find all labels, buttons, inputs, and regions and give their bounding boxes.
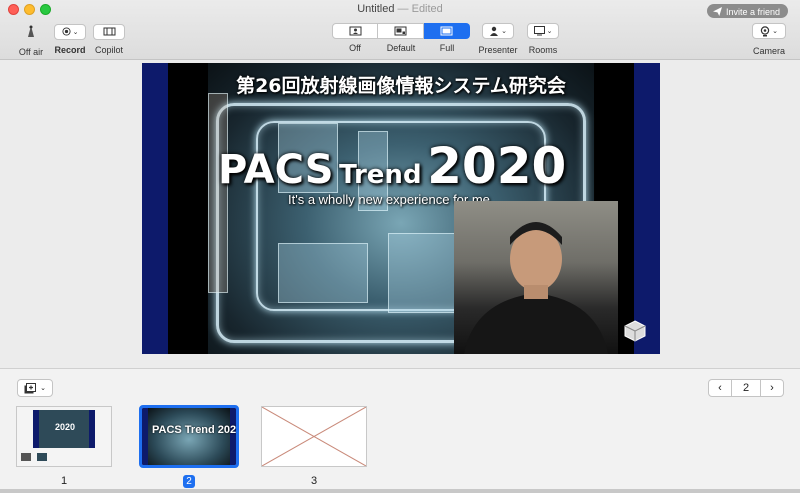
previous-scene-button[interactable]: ‹ (708, 379, 732, 397)
ecamm-logo-icon (624, 320, 646, 342)
chevron-down-icon: ⌄ (501, 28, 507, 35)
presenter-label: Presenter (478, 45, 518, 55)
layout-off-label: Off (349, 43, 361, 53)
person-icon (490, 26, 499, 36)
record-button[interactable]: ⌄ (54, 23, 86, 40)
title-bar: Untitled — Edited Invite a friend Off ai… (0, 0, 800, 60)
slide-title-year: 2020 (427, 137, 567, 195)
scene-number-3: 3 (310, 475, 318, 487)
window-title: Untitled — Edited (0, 3, 800, 15)
camera-label: Camera (752, 45, 785, 56)
thumb2-slide-image (148, 408, 230, 465)
window-bottom-edge (0, 489, 800, 493)
thumb1-slide-tile (37, 453, 47, 461)
document-name: Untitled (357, 3, 395, 15)
scene-pager: ‹ 2 › (708, 379, 784, 397)
camera-button[interactable]: ⌄ (752, 23, 786, 39)
chevron-down-icon: ⌄ (772, 28, 778, 35)
chevron-down-icon: ⌄ (40, 385, 46, 392)
current-scene-number[interactable]: 2 (732, 379, 760, 397)
record-icon (62, 27, 71, 36)
empty-scene-icon (262, 407, 366, 466)
chart-panel (388, 233, 458, 313)
copilot-label: Copilot (94, 45, 123, 55)
layout-segmented-control: Off Default Full (332, 23, 470, 53)
thumb1-cam-tile (21, 453, 31, 461)
thumb2-slide: PACS Trend 2020 (142, 408, 236, 465)
presenter-tool: ⌄ Presenter (478, 23, 518, 55)
chevron-right-icon: › (770, 382, 774, 394)
layout-default-label: Default (386, 43, 416, 53)
scene-thumbnail-1[interactable]: 2020 (16, 406, 112, 467)
scene-thumbnail-3[interactable] (261, 406, 367, 467)
rooms-tool: ⌄ Rooms (526, 23, 560, 55)
off-air-tool: Off air (16, 23, 46, 57)
scene-preview[interactable]: 第26回放射線画像情報システム研究会 PACS Trend 2020 It's … (142, 63, 660, 354)
scene-number-2: 2 (183, 475, 195, 488)
slide-title-trend: Trend (339, 160, 422, 190)
chevron-down-icon: ⌄ (72, 28, 79, 36)
thumb1-slide-title: 2020 (55, 422, 76, 432)
chevron-left-icon: ‹ (718, 382, 722, 394)
invite-friend-label: Invite a friend (725, 6, 780, 17)
presenter-button[interactable]: ⌄ (482, 23, 514, 39)
layout-off-button[interactable] (332, 23, 378, 39)
rooms-button[interactable]: ⌄ (527, 23, 559, 39)
slide-japanese-title: 第26回放射線画像情報システム研究会 (236, 75, 566, 97)
scene-number-1: 1 (60, 475, 68, 487)
copilot-icon (103, 27, 115, 36)
webcam-icon (760, 25, 770, 36)
thumb1-slide: 2020 (33, 410, 95, 448)
layout-full-button[interactable] (424, 23, 470, 39)
camera-tool: ⌄ Camera (751, 23, 787, 56)
slide-title-pacs: PACS (218, 147, 334, 193)
chevron-down-icon: ⌄ (546, 28, 553, 35)
record-tool: ⌄ Record (54, 23, 86, 55)
app-window: Untitled — Edited Invite a friend Off ai… (0, 0, 800, 493)
edited-status: — Edited (397, 3, 443, 15)
rooms-label: Rooms (528, 45, 558, 55)
copilot-button[interactable] (93, 23, 125, 40)
layout-default[interactable]: Default (378, 23, 424, 53)
off-air-button[interactable] (16, 23, 46, 39)
copilot-tool: Copilot (93, 23, 125, 55)
layout-full-label: Full (439, 43, 455, 53)
layout-off[interactable]: Off (332, 23, 378, 53)
layout-default-icon (394, 26, 407, 36)
invite-friend-button[interactable]: Invite a friend (706, 4, 788, 18)
layout-full-icon (440, 26, 453, 36)
layout-off-icon (349, 26, 361, 36)
layout-default-button[interactable] (378, 23, 424, 39)
monitor-icon (533, 26, 545, 36)
preview-stage: 第26回放射線画像情報システム研究会 PACS Trend 2020 It's … (0, 61, 800, 368)
thumb2-slide-title: PACS Trend 2020 (152, 424, 239, 436)
record-label: Record (54, 45, 86, 55)
graph-panel (278, 243, 368, 303)
layout-full[interactable]: Full (424, 23, 470, 53)
add-scene-icon (24, 382, 37, 393)
next-scene-button[interactable]: › (760, 379, 784, 397)
scene-thumbnail-2[interactable]: PACS Trend 2020 (139, 405, 239, 468)
presenter-camera-feed (454, 201, 618, 354)
broadcast-tower-icon (28, 25, 34, 37)
presenter-silhouette (464, 222, 608, 354)
add-scene-button[interactable]: ⌄ (17, 379, 53, 397)
paper-plane-icon (712, 7, 722, 16)
off-air-label: Off air (18, 46, 44, 57)
scenes-bar: ⌄ ‹ 2 › 2020 1 PACS Trend 2020 2 3 (0, 368, 800, 493)
slide-main-title: PACS Trend 2020 (218, 137, 566, 195)
